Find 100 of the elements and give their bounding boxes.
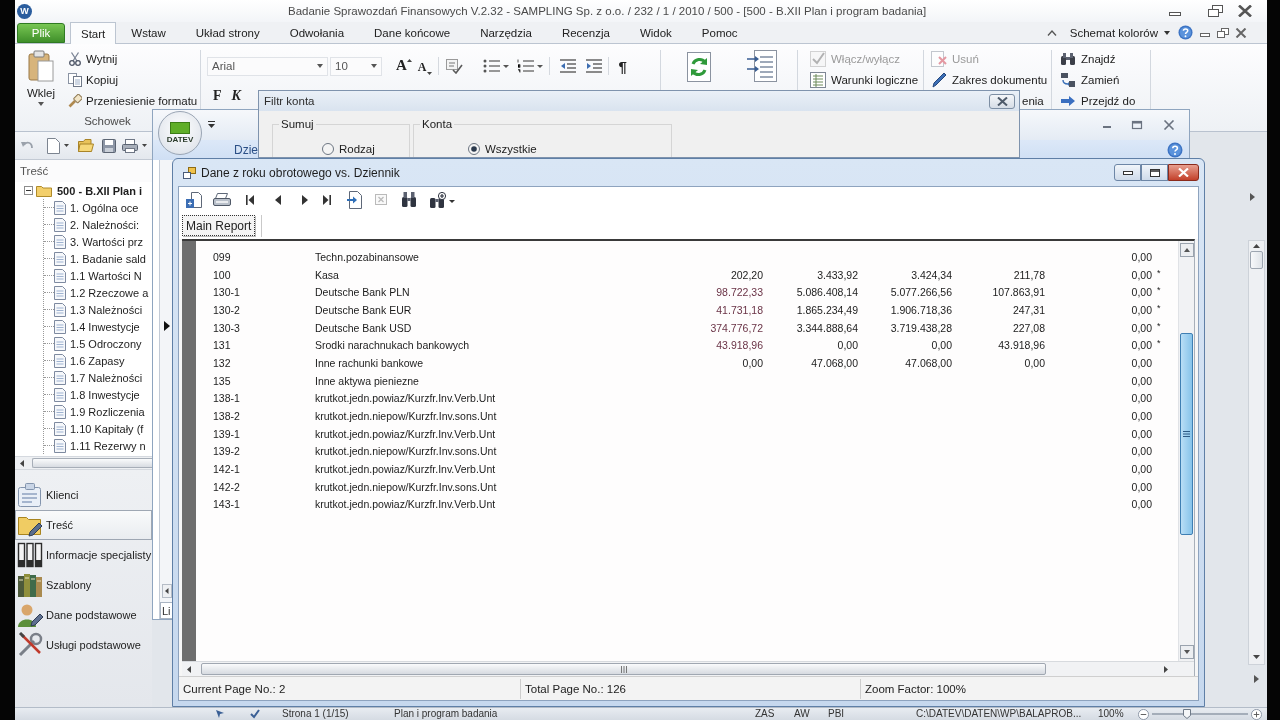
scroll-left-icon[interactable] (187, 665, 191, 673)
zoom-in-icon[interactable] (1251, 708, 1262, 720)
ribbon-tab[interactable]: Dane końcowe (359, 22, 466, 43)
scroll-left-icon[interactable] (161, 584, 172, 598)
go-to-button[interactable]: Przejdź do (1058, 90, 1150, 111)
tree-item[interactable]: 1. Badanie sald (70, 252, 146, 265)
color-scheme-menu[interactable]: Schemat kolorów (1069, 22, 1170, 43)
spell-check-icon[interactable] (444, 58, 463, 74)
help-icon[interactable] (1167, 142, 1183, 158)
tree-item[interactable]: 1.4 Inwestycje (70, 320, 140, 333)
nav-item[interactable]: Klienci (15, 480, 152, 510)
tree-item[interactable]: 1.1 Wartości N (70, 269, 142, 282)
scrollbar-thumb[interactable] (201, 663, 1046, 675)
vertical-scrollbar[interactable] (1247, 240, 1265, 665)
chevron-up-icon[interactable] (1046, 29, 1057, 36)
bold-button[interactable]: F (213, 88, 222, 104)
tree-item[interactable]: 1.9 Rozliczenia (70, 405, 145, 418)
nav-item[interactable]: Informacje specjalisty (15, 540, 152, 570)
ribbon-tab[interactable]: Dzie (234, 143, 258, 157)
expand-arrow-icon[interactable] (1249, 193, 1255, 201)
nav-item[interactable]: Treść (15, 510, 152, 540)
scroll-up-icon[interactable] (1252, 244, 1260, 248)
replace-button[interactable]: Zamień (1058, 69, 1150, 90)
decrease-indent-icon[interactable] (559, 59, 576, 73)
horizontal-scrollbar[interactable] (15, 456, 152, 470)
find-button[interactable]: Znajdź (1058, 48, 1150, 69)
italic-button[interactable]: K (231, 88, 241, 104)
checkmark-icon[interactable] (250, 709, 260, 719)
vertical-scrollbar[interactable] (1178, 241, 1194, 661)
scroll-right-icon[interactable] (1164, 665, 1168, 673)
tree-item[interactable]: 1.2 Rzeczowe a (70, 286, 149, 299)
print-icon[interactable] (122, 138, 138, 153)
tree-item[interactable]: 2. Należności: (70, 218, 140, 231)
close-button[interactable] (1168, 164, 1199, 181)
print-icon[interactable] (213, 192, 231, 207)
scroll-up-icon[interactable] (1179, 243, 1194, 257)
folder-icon[interactable] (78, 139, 94, 152)
ribbon-command[interactable]: enia (1020, 90, 1046, 111)
save-icon[interactable] (102, 138, 116, 153)
logic-conditions-button[interactable]: Warunki logiczne (808, 69, 923, 90)
minimize-button[interactable] (1114, 164, 1141, 181)
close-icon[interactable] (1237, 5, 1253, 17)
zoom-slider[interactable] (1152, 709, 1248, 719)
ribbon-tab[interactable]: Pomoc (686, 22, 753, 43)
font-size-dropdown[interactable]: 10 (330, 56, 382, 76)
refresh-icon[interactable] (684, 51, 714, 83)
radio-option[interactable]: Rodzaj (322, 143, 409, 155)
ribbon-tab[interactable]: Widok (624, 22, 687, 43)
close-icon[interactable] (1235, 27, 1247, 38)
radio-icon[interactable] (322, 143, 334, 155)
tree-item[interactable]: 1.7 Należności (70, 371, 143, 384)
increase-indent-icon[interactable] (585, 59, 602, 73)
scroll-down-icon[interactable] (1252, 655, 1260, 659)
zoom-out-icon[interactable] (1138, 708, 1149, 720)
new-document-icon[interactable] (47, 137, 60, 154)
paragraph-mark-button[interactable]: ¶ (618, 57, 627, 75)
scroll-right-icon[interactable] (1253, 675, 1259, 683)
font-family-dropdown[interactable]: Arial (207, 56, 328, 76)
cursor-arrow-icon[interactable] (215, 709, 225, 719)
tree-item[interactable]: 1.5 Odroczony (70, 337, 142, 350)
numbered-list-icon[interactable] (516, 59, 543, 73)
tree-item[interactable]: 3. Wartości prz (70, 235, 143, 248)
tree-item[interactable]: 1.3 Należności (70, 303, 143, 316)
tree-item[interactable]: 1.11 Rezerwy n (70, 439, 146, 452)
list-indent-icon[interactable] (746, 49, 778, 83)
tree-item[interactable]: 1.10 Kapitały (f (70, 422, 144, 435)
customize-caret-icon[interactable] (208, 121, 215, 128)
last-page-icon[interactable] (323, 194, 331, 205)
grow-font-button[interactable]: A (396, 57, 412, 75)
bullet-list-icon[interactable] (482, 59, 509, 73)
ribbon-tab[interactable]: Narzędzia (465, 22, 547, 43)
tree-item[interactable]: 500 - B.XII Plan i (57, 184, 142, 197)
restore-icon[interactable] (1207, 5, 1223, 17)
help-icon[interactable] (1178, 25, 1193, 40)
ribbon-tab[interactable]: Recenzja (546, 22, 625, 43)
horizontal-scrollbar[interactable] (182, 661, 1194, 676)
export-icon[interactable] (186, 191, 202, 208)
previous-page-icon[interactable] (275, 194, 281, 205)
radio-icon[interactable] (468, 143, 480, 155)
ribbon-tab[interactable]: Start (70, 22, 117, 44)
radio-option[interactable]: Wszystkie (468, 143, 671, 155)
shrink-font-button[interactable]: A (417, 57, 432, 75)
caret-icon[interactable] (142, 144, 147, 147)
nav-item[interactable]: Usługi podstawowe (15, 630, 152, 660)
maximize-button[interactable] (1141, 164, 1168, 181)
scrollbar-thumb[interactable] (32, 458, 152, 468)
nav-item[interactable]: Dane podstawowe (15, 600, 152, 630)
paste-button[interactable]: Wklej (20, 48, 62, 112)
caret-icon[interactable] (64, 144, 69, 147)
close-icon[interactable] (1163, 120, 1175, 130)
document-range-button[interactable]: Zakres dokumentu (929, 69, 1050, 90)
search-icon[interactable] (401, 192, 417, 207)
nav-item[interactable]: Szablony (15, 570, 152, 600)
format-painter-button[interactable]: Przeniesienie formatu (66, 90, 200, 111)
cut-button[interactable]: Wytnij (66, 48, 200, 69)
report-tab[interactable]: Main Report (182, 215, 256, 236)
close-button[interactable] (989, 93, 1015, 109)
tree-item[interactable]: 1.6 Zapasy (70, 354, 125, 367)
ribbon-tab[interactable]: Układ strony (180, 22, 275, 43)
copy-button[interactable]: Kopiuj (66, 69, 200, 90)
